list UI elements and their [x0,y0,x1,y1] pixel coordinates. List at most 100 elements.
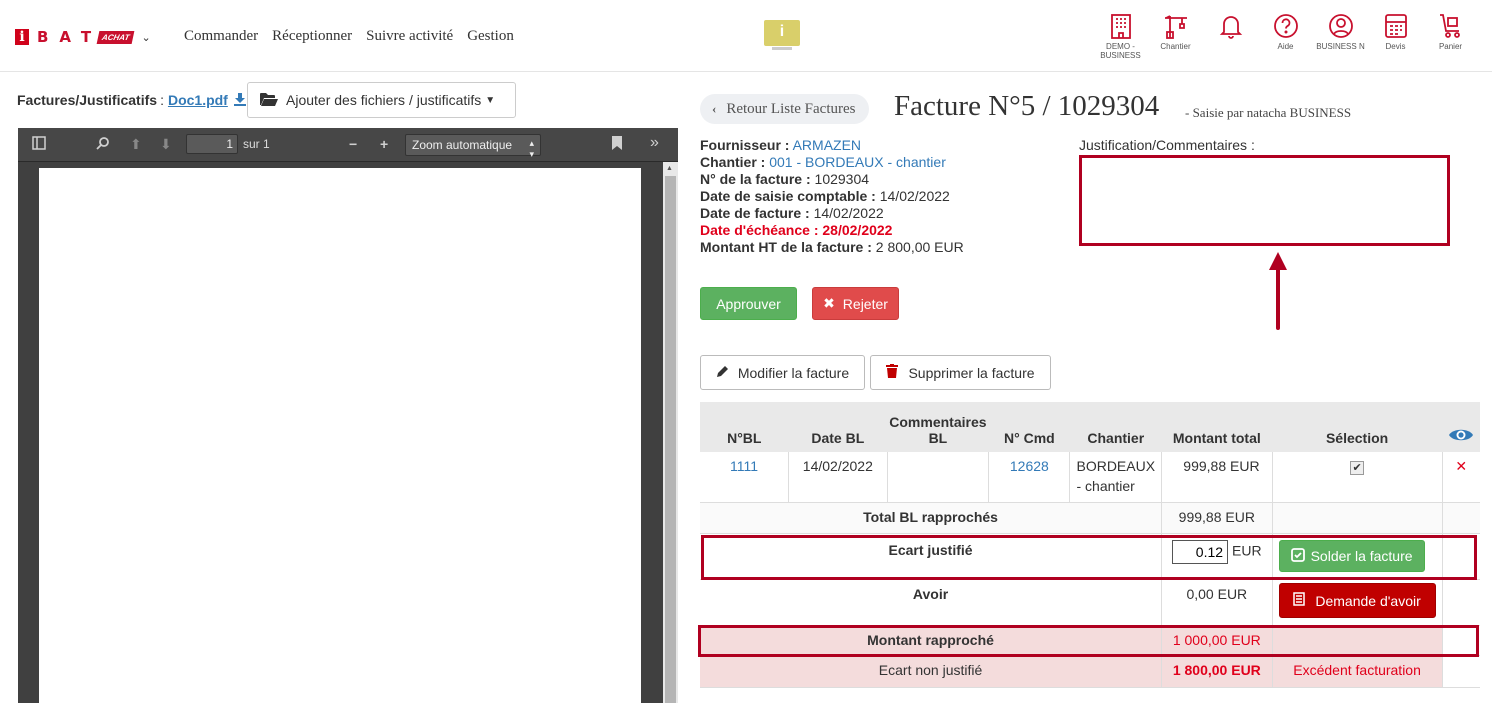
invoice-title: Facture N°5 / 1029304 [894,90,1160,122]
invoice-amount: 2 800,00 EUR [875,239,964,255]
due-date-label: Date d'échéance : [700,222,819,238]
nav-notifications[interactable] [1203,10,1258,60]
chevron-down-icon[interactable]: ⌄ [142,31,151,44]
nav-help-label: Aide [1277,42,1294,51]
selection-checkbox[interactable]: ✔ [1350,461,1365,475]
invoice-number-row: N° de la facture : 1029304 [700,171,964,188]
nav-devis[interactable]: Devis [1368,10,1423,60]
nav-user-label: BUSINESS N [1316,42,1365,51]
non-justifie-label: Ecart non justifié [700,655,1163,688]
cell-site: BORDEAUX - chantier [1069,452,1163,503]
next-page-icon[interactable]: ⬇ [160,136,172,153]
scrollbar-thumb[interactable] [665,176,676,703]
cell-bl: 1111 [700,452,790,503]
entry-date-row: Date de saisie comptable : 14/02/2022 [700,188,964,205]
excedent-label: Excédent facturation [1272,655,1443,688]
add-files-label: Ajouter des fichiers / justificatifs [286,92,482,108]
doc-link[interactable]: Doc1.pdf [168,92,228,108]
menu-gestion[interactable]: Gestion [467,28,514,45]
documents-title: Factures/Justificatifs [17,92,158,108]
edit-invoice-button[interactable]: Modifier la facture [700,355,865,390]
nav-cart[interactable]: Panier [1423,10,1478,60]
building-icon [1110,14,1131,39]
zoom-out-icon[interactable]: − [349,136,357,152]
back-to-list-button[interactable]: ‹ Retour Liste Factures [700,94,870,124]
calculator-icon [1384,14,1407,38]
nav-chantier-label: Chantier [1160,42,1191,51]
zoom-select[interactable]: Zoom automatique ▴ ▾ [405,134,541,159]
comment-field[interactable] [1079,155,1450,246]
avoir-btn-cell: Demande d'avoir [1272,579,1443,626]
credit-request-button[interactable]: Demande d'avoir [1278,583,1436,618]
rapproche-highlight-box [698,625,1479,657]
info-badge-icon[interactable]: i [764,20,800,50]
comment-textarea[interactable] [1082,158,1447,243]
logo-module: ACHAT [96,30,135,44]
invoice-details: Fournisseur : ARMAZEN Chantier : 001 - B… [700,137,964,256]
nav-help[interactable]: Aide [1258,10,1313,60]
add-files-button[interactable]: Ajouter des fichiers / justificatifs ▼ [247,82,516,118]
toolbar-icons: DEMO - BUSINESS Chantier Aide BUSINESS N… [1093,10,1478,60]
scroll-up-icon[interactable]: ▲ [666,165,673,172]
delete-invoice-label: Supprimer la facture [908,364,1035,381]
search-icon[interactable] [96,136,110,153]
page-number-input[interactable] [186,134,238,154]
due-date: 28/02/2022 [822,222,893,238]
non-justifie-row: Ecart non justifié 1 800,00 EUR Excédent… [700,655,1480,688]
delete-invoice-button[interactable]: Supprimer la facture [870,355,1051,390]
cart-icon [1439,14,1460,38]
amount-label: Montant HT de la facture : [700,239,872,255]
zoom-in-icon[interactable]: + [380,136,388,152]
table-header: N°BL Date BL Commentaires BL N° Cmd Chant… [700,402,1480,452]
trash-icon [886,364,899,381]
site-line-1: BORDEAUX [1076,458,1156,474]
menu-suivre-activite[interactable]: Suivre activité [366,28,453,45]
site-link[interactable]: 001 - BORDEAUX - chantier [769,154,946,170]
tools-menu-icon[interactable]: » [650,134,659,152]
remove-row-icon[interactable]: ✕ [1442,452,1480,503]
sidebar-toggle-icon[interactable] [32,136,46,153]
list-icon [1293,592,1306,609]
invoice-date: 14/02/2022 [813,205,884,221]
reject-label: Rejeter [842,295,888,312]
header-eye [1442,402,1480,452]
eye-icon[interactable] [1448,429,1474,446]
avoir-value: 0,00 EUR [1161,579,1273,626]
documents-separator: : [160,92,164,108]
cmd-link[interactable]: 12628 [1010,458,1049,474]
app-logo[interactable]: i BAT ACHAT ⌄ [15,28,151,46]
invoice-subtitle: - Saisie par natacha BUSINESS [1185,105,1352,120]
comment-label: Justification/Commentaires : [1079,137,1255,153]
cell-cmd: 12628 [988,452,1071,503]
entry-date-label: Date de saisie comptable : [700,188,876,204]
non-justifie-value: 1 800,00 EUR [1161,655,1273,688]
menu-receptionner[interactable]: Réceptionner [272,28,352,45]
folder-open-icon [260,92,278,109]
previous-page-icon[interactable]: ⬆ [130,136,142,153]
credit-request-label: Demande d'avoir [1315,592,1421,609]
ecart-highlight-box [701,535,1477,580]
pdf-scrollbar[interactable]: ▲ [663,162,678,703]
approve-button[interactable]: Approuver [700,287,797,320]
bookmark-icon[interactable] [612,136,622,153]
pdf-page [39,168,641,703]
edit-invoice-label: Modifier la facture [737,364,850,381]
user-icon [1328,14,1353,38]
menu-commander[interactable]: Commander [184,28,258,45]
nav-chantier[interactable]: Chantier [1148,10,1203,60]
due-date-row: Date d'échéance : 28/02/2022 [700,222,964,239]
reject-button[interactable]: ✖ Rejeter [812,287,899,320]
nav-user[interactable]: BUSINESS N [1313,10,1368,60]
main-menu: Commander Réceptionner Suivre activité G… [184,28,514,45]
bl-link[interactable]: 1111 [730,458,758,474]
download-icon[interactable] [233,92,247,109]
total-bl-row: Total BL rapprochés 999,88 EUR [700,502,1480,534]
invoice-number-label: N° de la facture : [700,171,811,187]
header-selection: Sélection [1272,402,1443,452]
invoice-date-label: Date de facture : [700,205,810,221]
invoice-number: 1029304 [814,171,870,187]
nav-company[interactable]: DEMO - BUSINESS [1093,10,1148,60]
updown-icon: ▴ ▾ [529,138,534,159]
supplier-link[interactable]: ARMAZEN [793,137,861,153]
invoice-date-row: Date de facture : 14/02/2022 [700,205,964,222]
